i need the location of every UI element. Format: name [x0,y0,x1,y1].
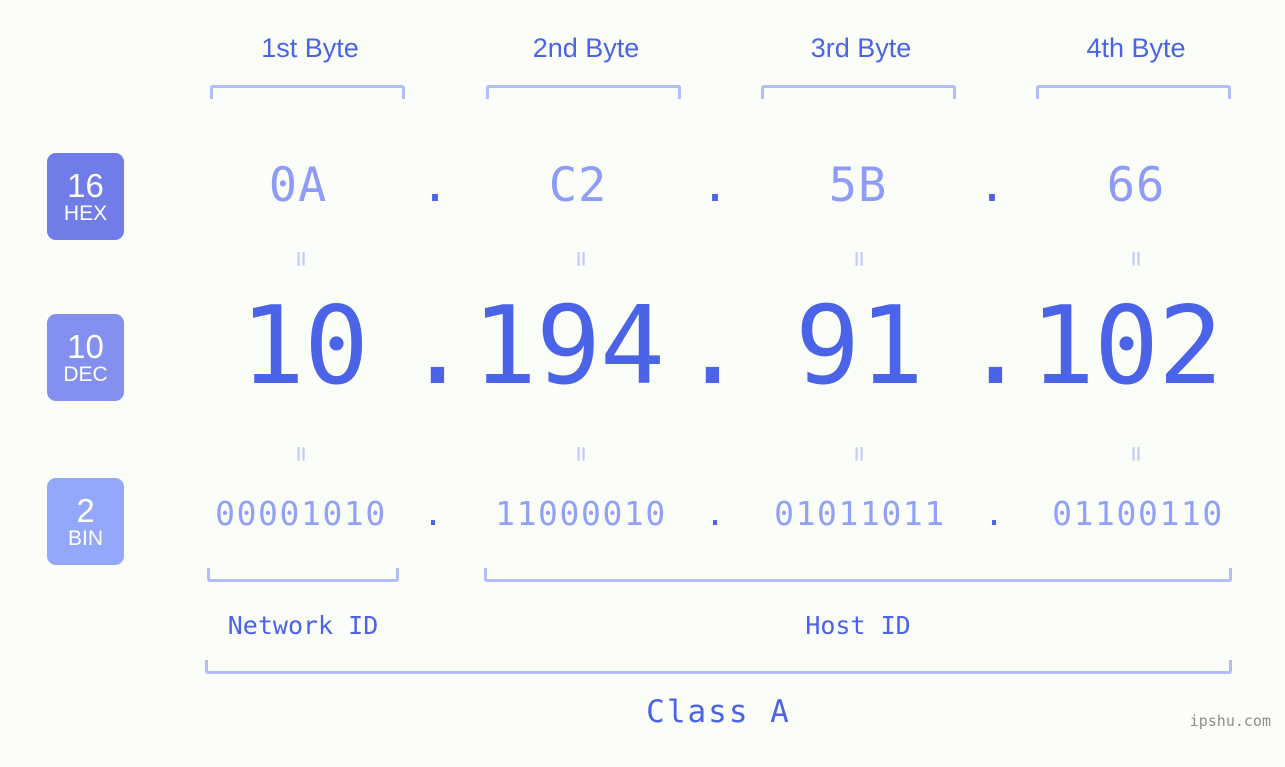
dec-value-1: 10 [240,284,369,409]
bin-separator-2: . [705,494,725,533]
equals-hex-dec-1: = [286,251,316,267]
hex-separator-3: . [977,158,1007,213]
equals-hex-dec-4: = [1121,251,1151,267]
site-watermark: ipshu.com [1189,712,1271,730]
equals-dec-bin-4: = [1121,446,1151,462]
bin-separator-3: . [984,494,1004,533]
base-badge-dec-name: DEC [63,363,108,386]
hex-value-1: 0A [268,158,328,213]
hex-value-2: C2 [548,158,608,213]
hex-separator-1: . [420,158,450,213]
class-bracket [205,660,1232,674]
bin-value-2: 11000010 [495,494,667,533]
equals-dec-bin-3: = [844,446,874,462]
equals-dec-bin-2: = [566,446,596,462]
byte-header-4: 4th Byte [1086,33,1186,63]
byte-header-3: 3rd Byte [810,33,912,63]
bin-value-1: 00001010 [215,494,387,533]
byte-header-2: 2nd Byte [532,33,640,63]
network-id-label: Network ID [227,611,379,640]
base-badge-bin: 2 BIN [47,478,124,565]
base-badge-dec-number: 10 [67,328,104,365]
dec-value-2: 194 [472,284,665,409]
dec-separator-3: . [963,284,1029,409]
base-badge-hex: 16 HEX [47,153,124,240]
network-id-bracket [207,568,399,582]
base-badge-bin-number: 2 [76,492,95,529]
byte-bracket-2 [486,85,681,99]
base-badge-hex-number: 16 [67,167,104,204]
hex-separator-2: . [700,158,730,213]
class-label: Class A [646,694,791,730]
byte-bracket-1 [210,85,405,99]
base-badge-hex-name: HEX [63,202,108,225]
bin-value-3: 01011011 [774,494,946,533]
base-badge-dec: 10 DEC [47,314,124,401]
host-id-bracket [484,568,1232,582]
equals-hex-dec-3: = [844,251,874,267]
dec-value-4: 102 [1030,284,1223,409]
host-id-label: Host ID [805,611,911,640]
dec-value-3: 91 [795,284,924,409]
byte-bracket-4 [1036,85,1231,99]
equals-hex-dec-2: = [566,251,596,267]
dec-separator-1: . [405,284,471,409]
bin-separator-1: . [423,494,443,533]
base-badge-bin-name: BIN [67,527,103,550]
equals-dec-bin-1: = [286,446,316,462]
bin-value-4: 01100110 [1052,494,1224,533]
dec-separator-2: . [680,284,746,409]
hex-value-3: 5B [828,158,888,213]
hex-value-4: 66 [1106,158,1166,213]
ip-breakdown-diagram: 16 HEX 10 DEC 2 BIN 1st Byte 2nd Byte 3r… [0,0,1285,767]
byte-bracket-3 [761,85,956,99]
byte-header-1: 1st Byte [261,33,359,63]
